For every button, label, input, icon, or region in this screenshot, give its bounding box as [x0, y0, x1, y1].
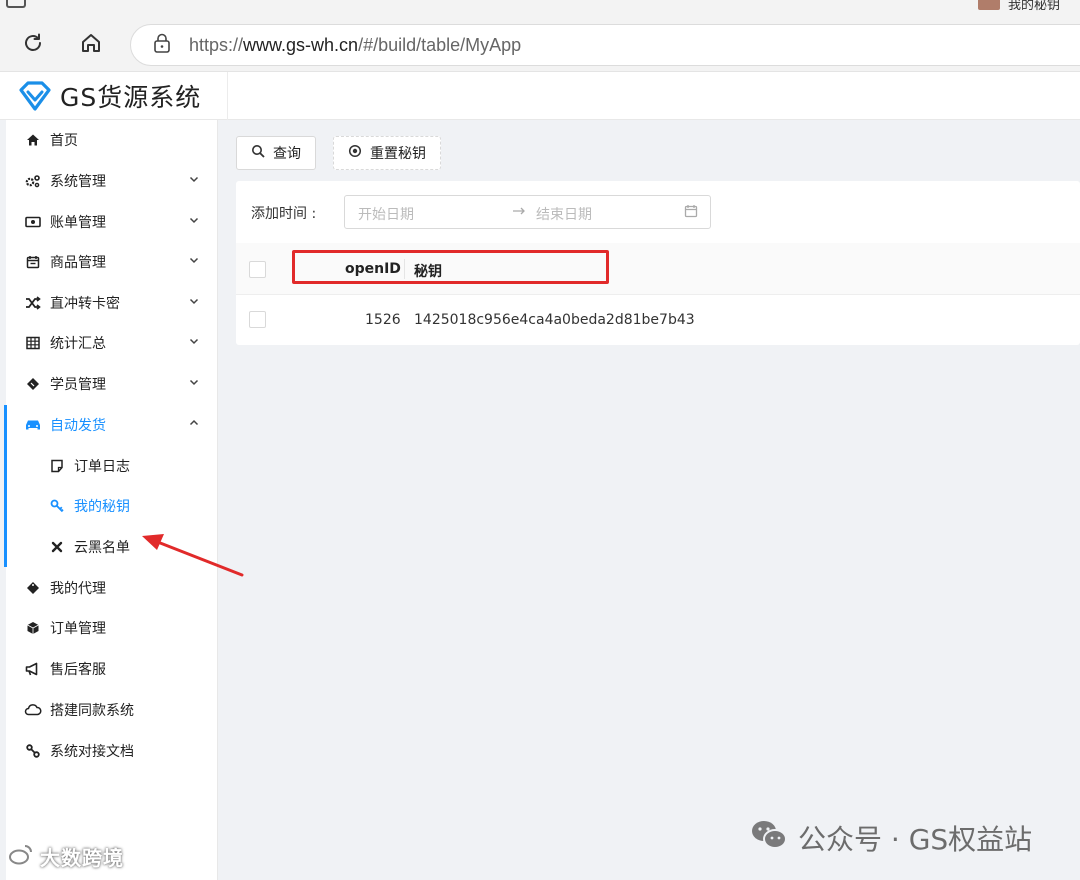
cube-icon	[24, 621, 42, 635]
sidebar-item-build-system[interactable]: 搭建同款系统	[6, 690, 218, 730]
sidebar-item-students[interactable]: 学员管理	[6, 364, 218, 404]
home-icon[interactable]	[78, 30, 104, 56]
sidebar-item-auto-delivery[interactable]: 自动发货	[6, 405, 218, 445]
query-button-label: 查询	[273, 146, 301, 162]
car-icon	[24, 418, 42, 432]
chevron-down-icon	[188, 376, 200, 392]
sidebar-item-statistics[interactable]: 统计汇总	[6, 323, 218, 363]
key-icon	[48, 499, 66, 513]
sidebar-item-label: 售后客服	[50, 662, 106, 678]
browser-profile[interactable]: 我的秘钥	[977, 0, 1060, 13]
sidebar-item-orders[interactable]: 订单管理	[6, 608, 218, 648]
annotation-highlight-box	[292, 250, 609, 284]
sidebar-item-system-management[interactable]: 系统管理	[6, 161, 218, 201]
reload-icon[interactable]	[20, 30, 46, 56]
link-icon	[24, 744, 42, 758]
table-row[interactable]: 1526 1425018c956e4ca4a0beda2d81be7b43	[236, 295, 1080, 345]
chevron-down-icon	[188, 214, 200, 230]
ticket-icon	[24, 377, 42, 391]
sidebar-item-label: 搭建同款系统	[50, 703, 134, 719]
arrow-right-icon	[511, 203, 527, 223]
query-button[interactable]: 查询	[236, 136, 316, 170]
app-title: GS货源系统	[60, 83, 202, 112]
sidebar-item-order-log[interactable]: 订单日志	[6, 446, 218, 486]
money-icon	[24, 216, 42, 228]
chevron-down-icon	[188, 254, 200, 270]
sidebar-item-label: 订单管理	[50, 621, 106, 637]
watermark-right: 公众号 · GS权益站	[750, 818, 1032, 858]
target-icon	[348, 144, 362, 162]
profile-avatar	[977, 0, 1000, 10]
reset-key-button[interactable]: 重置秘钥	[333, 136, 441, 170]
close-icon	[48, 541, 66, 553]
shuffle-icon	[24, 296, 42, 310]
chevron-down-icon	[188, 295, 200, 311]
watermark-left-text: 大数跨境	[40, 846, 124, 870]
note-icon	[48, 459, 66, 473]
row-checkbox[interactable]	[249, 311, 266, 328]
browser-toolbar: https://www.gs-wh.cn/#/build/table/MyApp	[0, 14, 1080, 72]
sidebar-item-label: 我的代理	[50, 581, 106, 597]
calendar-icon	[684, 204, 698, 222]
date-range-picker[interactable]: 开始日期 结束日期	[344, 195, 711, 229]
sidebar-item-label: 直冲转卡密	[50, 296, 120, 312]
browser-tab-strip: 我的秘钥	[0, 0, 1080, 14]
reset-key-button-label: 重置秘钥	[370, 146, 426, 162]
sidebar-item-label: 统计汇总	[50, 336, 106, 352]
cell-key: 1425018c956e4ca4a0beda2d81be7b43	[414, 312, 695, 328]
sidebar-item-label: 学员管理	[50, 377, 106, 393]
sidebar-item-label: 系统对接文档	[50, 744, 134, 760]
sidebar-item-label: 系统管理	[50, 174, 106, 190]
address-bar[interactable]: https://www.gs-wh.cn/#/build/table/MyApp	[130, 24, 1080, 66]
url-text: https://www.gs-wh.cn/#/build/table/MyApp	[189, 34, 522, 55]
search-icon	[251, 144, 265, 162]
app-logo[interactable]: GS货源系统	[6, 72, 228, 120]
start-date-input[interactable]: 开始日期	[358, 204, 414, 224]
end-date-input[interactable]: 结束日期	[536, 204, 592, 224]
sidebar-item-label: 云黑名单	[74, 540, 130, 556]
sidebar-item-after-sales[interactable]: 售后客服	[6, 649, 218, 689]
app-header: GS货源系统	[0, 72, 1080, 120]
calendar-icon	[24, 255, 42, 269]
tab-icon[interactable]	[6, 0, 26, 8]
tag-icon	[24, 581, 42, 595]
select-all-checkbox[interactable]	[249, 261, 266, 278]
watermark-right-text: 公众号 · GS权益站	[798, 823, 1033, 856]
chevron-down-icon	[188, 173, 200, 189]
chevron-down-icon	[188, 335, 200, 351]
sidebar-item-billing[interactable]: 账单管理	[6, 202, 218, 242]
sidebar-item-direct-to-card[interactable]: 直冲转卡密	[6, 283, 218, 323]
sidebar-item-home[interactable]: 首页	[6, 120, 218, 160]
gears-icon	[24, 174, 42, 188]
sidebar-item-label: 首页	[50, 133, 78, 149]
sidebar-item-label: 自动发货	[50, 418, 106, 434]
sidebar-item-label: 商品管理	[50, 255, 106, 271]
megaphone-icon	[24, 662, 42, 676]
add-time-label: 添加时间 :	[251, 206, 317, 222]
cell-openid: 1526	[365, 312, 401, 328]
sidebar-item-label: 订单日志	[74, 459, 130, 475]
home-icon	[24, 133, 42, 147]
chevron-up-icon	[188, 417, 200, 433]
diamond-logo-icon	[19, 81, 51, 111]
sidebar-item-api-docs[interactable]: 系统对接文档	[6, 731, 218, 771]
annotation-arrow-icon	[142, 534, 244, 577]
table-icon	[24, 336, 42, 350]
wechat-logo-icon	[750, 819, 788, 858]
sidebar: 首页 系统管理 账单管理 商品管理 直冲转卡密 统计汇总 学员管理 自动发货 订…	[4, 120, 218, 880]
profile-name: 我的秘钥	[1007, 0, 1060, 13]
sidebar-item-products[interactable]: 商品管理	[6, 242, 218, 282]
watermark-left: 大数跨境	[8, 842, 124, 871]
lock-icon[interactable]	[153, 33, 171, 57]
cloud-icon	[24, 704, 42, 716]
sidebar-item-label: 账单管理	[50, 215, 106, 231]
weibo-logo-icon	[8, 843, 34, 870]
sidebar-item-label: 我的秘钥	[74, 499, 130, 515]
